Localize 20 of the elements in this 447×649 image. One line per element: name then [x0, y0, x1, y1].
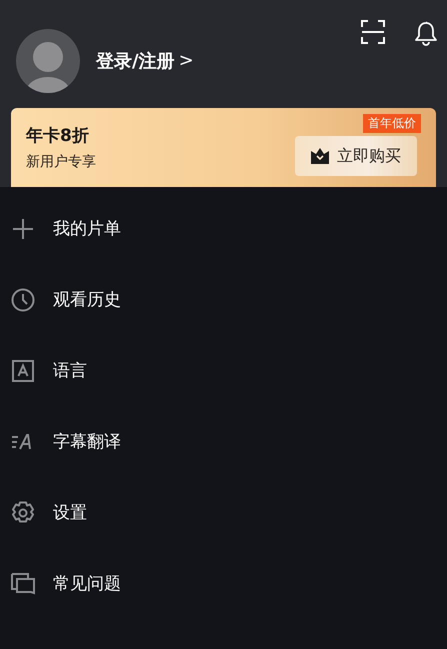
- bell-icon[interactable]: [415, 20, 437, 46]
- promo-subtitle: 新用户专享: [26, 152, 96, 171]
- menu-item[interactable]: 设置: [0, 477, 447, 548]
- plus-icon: [11, 216, 35, 240]
- menu-item[interactable]: 我的片单: [0, 193, 447, 264]
- menu-item[interactable]: 字幕翻译: [0, 406, 447, 477]
- chat-icon: [11, 572, 35, 596]
- scan-icon[interactable]: [361, 20, 385, 46]
- menu-item[interactable]: 观看历史: [0, 264, 447, 335]
- menu-item[interactable]: 常见问题: [0, 548, 447, 619]
- promo-badge: 首年低价: [363, 114, 421, 133]
- menu-item[interactable]: 语言: [0, 335, 447, 406]
- crown-icon: [311, 148, 329, 164]
- promo-title: 年卡8折: [26, 124, 90, 147]
- language-icon: [11, 358, 35, 382]
- clock-icon: [11, 288, 35, 312]
- login-link[interactable]: 登录/注册 >: [96, 48, 194, 73]
- avatar-icon: [16, 28, 80, 93]
- settings-icon: [11, 500, 35, 524]
- buy-button[interactable]: 立即购买: [295, 136, 417, 176]
